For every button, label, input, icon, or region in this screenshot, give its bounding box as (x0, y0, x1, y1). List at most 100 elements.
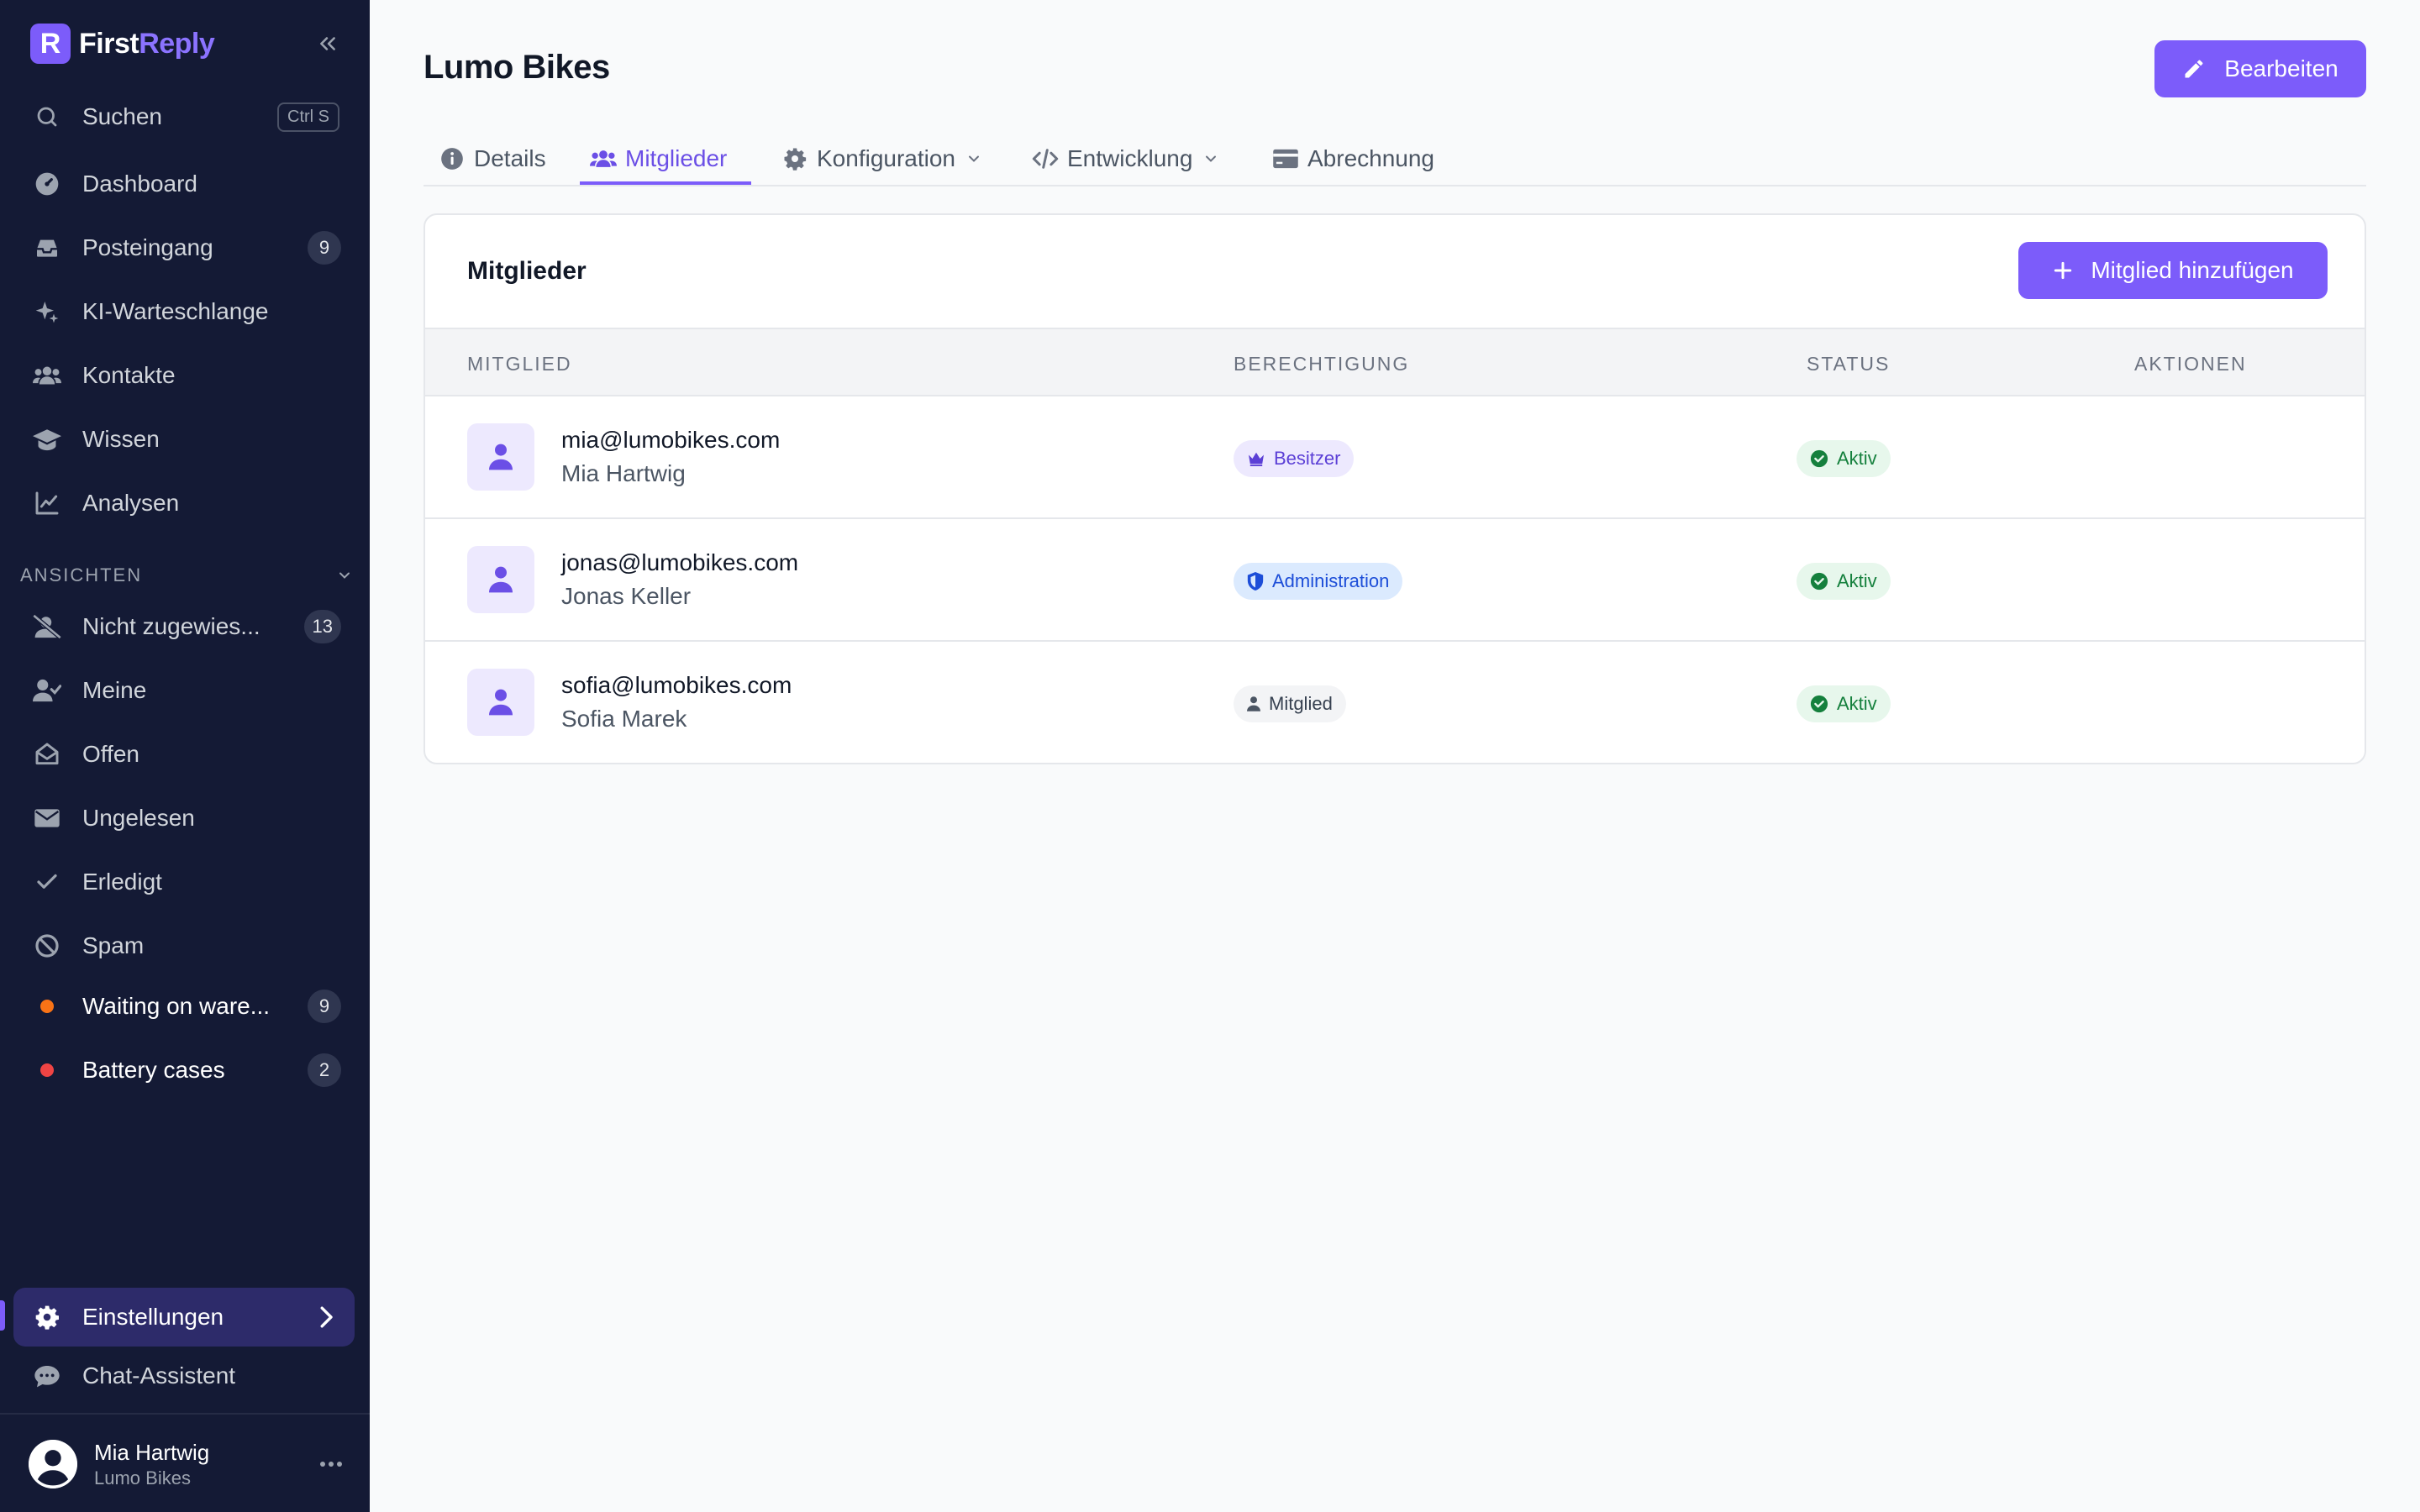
chevron-down-icon (1202, 150, 1219, 167)
sidebar-item-spam[interactable]: Spam (13, 918, 355, 974)
check-circle-icon (1810, 572, 1828, 591)
user-menu[interactable]: Mia Hartwig Lumo Bikes (29, 1436, 348, 1492)
sidebar-item-inbox[interactable]: Posteingang 9 (13, 220, 355, 276)
view-color-dot (40, 1063, 54, 1077)
sidebar-item-label: Analysen (82, 490, 180, 516)
search-button[interactable]: Suchen Ctrl S (13, 89, 355, 144)
tab-development[interactable]: Entwicklung (1032, 131, 1219, 186)
sidebar-item-mine[interactable]: Meine (13, 663, 355, 718)
user-avatar (29, 1440, 77, 1488)
more-horizontal-icon (320, 1462, 342, 1467)
envelope-icon (32, 803, 62, 833)
sidebar-item-label: Waiting on ware... (82, 993, 271, 1019)
inbox-count-badge: 9 (308, 231, 341, 265)
sidebar-item-label: Spam (82, 932, 145, 958)
sidebar-item-analytics[interactable]: Analysen (13, 475, 355, 531)
sidebar-item-dashboard[interactable]: Dashboard (13, 156, 355, 212)
battery-count-badge: 2 (308, 1053, 341, 1087)
logo-mark: R (30, 24, 71, 64)
sidebar-item-label: Chat-Assistent (82, 1362, 236, 1389)
add-member-button[interactable]: Mitglied hinzufügen (2018, 242, 2328, 299)
sidebar-item-knowledge[interactable]: Wissen (13, 412, 355, 467)
crown-icon (1249, 452, 1264, 466)
table-row: jonas@lumobikes.com Jonas Keller Adminis… (425, 519, 2365, 642)
chevron-right-icon (316, 1305, 336, 1330)
tab-label: Entwicklung (1067, 145, 1193, 171)
waiting-count-badge: 9 (308, 990, 341, 1023)
sidebar-item-label: Einstellungen (82, 1304, 224, 1330)
credit-card-icon (1272, 145, 1299, 172)
sidebar-item-chat-assistant[interactable]: Chat-Assistent (13, 1348, 355, 1404)
sidebar-item-waiting-on-warehouse[interactable]: Waiting on ware... 9 (13, 979, 355, 1034)
info-icon (439, 145, 466, 172)
sidebar-item-label: Ungelesen (82, 805, 195, 831)
brand-name: FirstReply (79, 27, 215, 60)
tab-label: Mitglieder (625, 145, 728, 171)
collapse-sidebar-button[interactable] (309, 25, 346, 62)
sidebar-item-label: Erledigt (82, 869, 162, 895)
status-label: Aktiv (1837, 448, 1877, 469)
user-info: Mia Hartwig Lumo Bikes (94, 1440, 314, 1489)
pencil-icon (2185, 60, 2203, 78)
status-badge: Aktiv (1797, 440, 1891, 477)
column-header-member: MITGLIED (467, 353, 572, 375)
sidebar-item-unassigned[interactable]: Nicht zugewies... 13 (13, 599, 355, 654)
sidebar-item-label: Battery cases (82, 1057, 225, 1083)
card-title: Mitglieder (467, 257, 587, 285)
sidebar-item-label: Kontakte (82, 362, 176, 388)
chart-line-icon (32, 488, 62, 518)
sidebar-item-open[interactable]: Offen (13, 727, 355, 782)
sidebar: R FirstReply Suchen Ctrl S Dashboard Pos… (0, 0, 370, 1512)
sidebar-item-battery-cases[interactable]: Battery cases 2 (13, 1042, 355, 1098)
status-label: Aktiv (1837, 693, 1877, 714)
edit-button[interactable]: Bearbeiten (2154, 40, 2366, 97)
tab-details[interactable]: Details (439, 131, 546, 186)
status-badge: Aktiv (1797, 563, 1891, 600)
role-badge-admin: Administration (1234, 563, 1403, 600)
chevron-down-icon (965, 150, 982, 167)
member-avatar (467, 423, 534, 491)
views-section-header[interactable]: ANSICHTEN (20, 563, 353, 588)
status-badge: Aktiv (1797, 685, 1891, 722)
user-more-button[interactable] (314, 1447, 348, 1481)
tab-label: Details (474, 145, 546, 171)
tab-billing[interactable]: Abrechnung (1272, 131, 1434, 186)
sidebar-item-label: KI-Warteschlange (82, 298, 269, 324)
code-icon (1032, 145, 1059, 172)
brand-name-first: First (79, 27, 139, 60)
brand-name-second: Reply (139, 27, 215, 60)
sidebar-item-ai-queue[interactable]: KI-Warteschlange (13, 284, 355, 339)
sidebar-item-label: Wissen (82, 426, 160, 452)
user-icon (1247, 696, 1260, 711)
chevron-down-icon (339, 572, 350, 579)
tab-label: Konfiguration (817, 145, 956, 171)
status-label: Aktiv (1837, 570, 1877, 591)
sidebar-item-done[interactable]: Erledigt (13, 854, 355, 910)
brand-logo[interactable]: R FirstReply (30, 24, 215, 64)
plus-icon (2054, 261, 2072, 280)
gear-icon (32, 1302, 62, 1332)
edit-button-label: Bearbeiten (2224, 55, 2338, 81)
tab-bar: Details Mitglieder Konfiguration Entwick… (424, 131, 2366, 186)
sidebar-item-unread[interactable]: Ungelesen (13, 790, 355, 846)
sidebar-item-contacts[interactable]: Kontakte (13, 348, 355, 403)
view-color-dot (40, 1000, 54, 1013)
user-circle-icon (29, 1440, 77, 1488)
inbox-icon (32, 233, 62, 263)
check-circle-icon (1810, 449, 1828, 468)
role-badge-owner: Besitzer (1234, 440, 1355, 477)
member-email: sofia@lumobikes.com (561, 672, 792, 698)
members-card: Mitglieder Mitglied hinzufügen MITGLIED … (424, 213, 2366, 764)
column-header-permission: BERECHTIGUNG (1234, 353, 1410, 375)
active-indicator (0, 1300, 5, 1331)
member-name: Mia Hartwig (561, 460, 686, 486)
tab-configuration[interactable]: Konfiguration (781, 131, 982, 186)
table-row: sofia@lumobikes.com Sofia Marek Mitglied… (425, 642, 2365, 763)
envelope-open-icon (32, 739, 62, 769)
sidebar-item-settings[interactable]: Einstellungen (13, 1288, 355, 1347)
graduation-cap-icon (32, 424, 62, 454)
tab-members[interactable]: Mitglieder (590, 131, 727, 186)
page-title: Lumo Bikes (424, 49, 610, 86)
user-slash-icon (32, 612, 62, 642)
column-header-actions: AKTIONEN (2134, 353, 2247, 375)
